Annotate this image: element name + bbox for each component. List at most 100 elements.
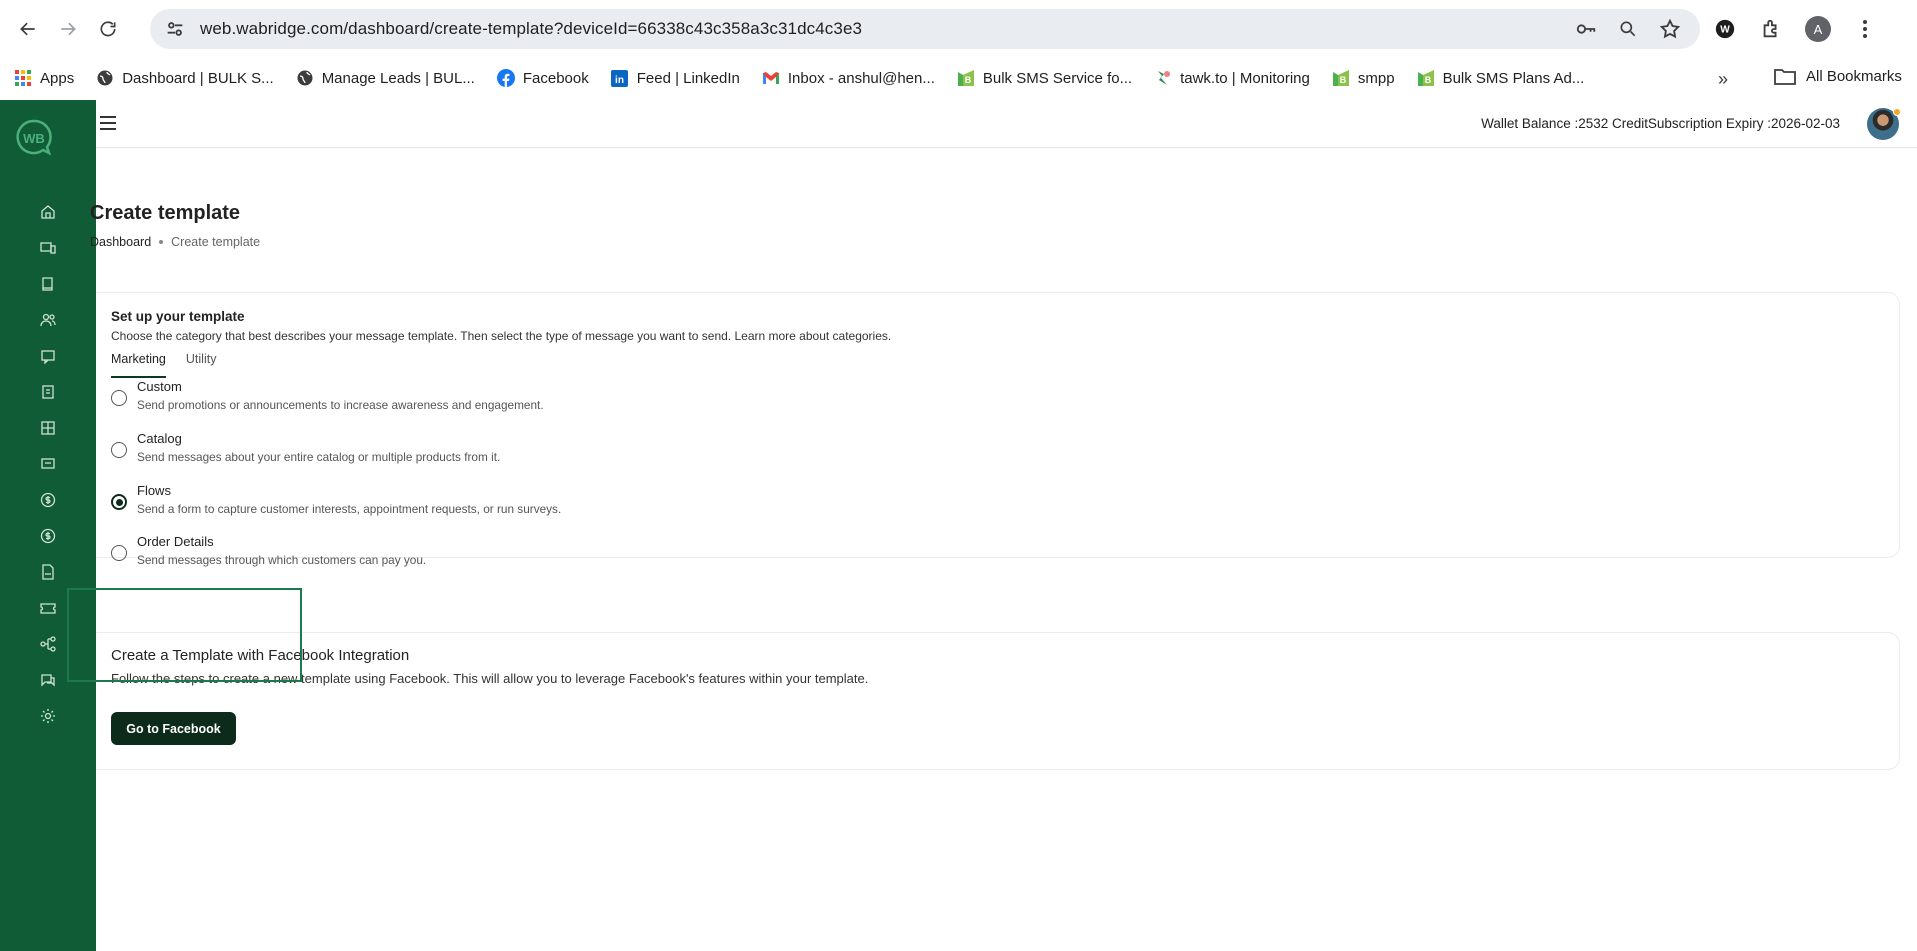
svg-text:B: B: [965, 75, 972, 85]
wallet-balance: Wallet Balance :2532 Credit: [1481, 116, 1648, 131]
url-text[interactable]: web.wabridge.com/dashboard/create-templa…: [200, 19, 862, 39]
svg-text:B: B: [1340, 75, 1347, 85]
option-description: Send promotions or announcements to incr…: [137, 398, 544, 412]
extensions-puzzle-icon[interactable]: [1759, 17, 1783, 41]
folder-icon: [1774, 69, 1796, 85]
facebook-integration-card: Create a Template with Facebook Integrat…: [96, 632, 1900, 770]
chrome-menu-icon[interactable]: [1853, 17, 1877, 41]
clipboard-icon[interactable]: [40, 384, 56, 400]
bulksms-icon: B: [1417, 69, 1435, 87]
bookmark-bulk-sms-plans[interactable]: B Bulk SMS Plans Ad...: [1417, 69, 1585, 87]
setup-heading: Set up your template: [111, 309, 245, 324]
option-custom[interactable]: Custom Send promotions or announcements …: [111, 379, 544, 412]
bookmark-label: Dashboard | BULK S...: [122, 69, 274, 87]
radio-order-details[interactable]: [111, 545, 127, 561]
bookmark-facebook[interactable]: Facebook: [496, 69, 589, 87]
bookmark-label: tawk.to | Monitoring: [1180, 69, 1310, 87]
bookmark-label: Apps: [40, 69, 75, 87]
option-description: Send a form to capture customer interest…: [137, 502, 562, 516]
option-order-details[interactable]: Order Details Send messages through whic…: [111, 534, 426, 567]
tab-marketing[interactable]: Marketing: [111, 352, 166, 378]
radio-custom[interactable]: [111, 390, 127, 406]
wabridge-logo-icon[interactable]: WB: [14, 118, 54, 158]
bookmark-tawk[interactable]: tawk.to | Monitoring: [1154, 69, 1310, 87]
password-key-icon[interactable]: [1574, 17, 1598, 41]
bookmark-manage-leads[interactable]: Manage Leads | BUL...: [296, 69, 475, 87]
subscription-expiry: Subscription Expiry :2026-02-03: [1647, 116, 1840, 131]
profile-avatar[interactable]: A: [1805, 16, 1831, 42]
bookmark-dashboard[interactable]: Dashboard | BULK S...: [96, 69, 274, 87]
globe-icon: [96, 69, 114, 87]
bookmark-apps[interactable]: Apps: [14, 69, 74, 87]
address-bar[interactable]: web.wabridge.com/dashboard/create-templa…: [150, 9, 1700, 49]
option-flows[interactable]: Flows Send a form to capture customer in…: [111, 483, 561, 516]
tawk-icon: [1154, 69, 1172, 87]
pdf-icon[interactable]: [40, 564, 56, 580]
category-tabs: Marketing Utility: [111, 352, 236, 378]
linkedin-icon: in: [611, 69, 629, 87]
browser-toolbar: web.wabridge.com/dashboard/create-templa…: [0, 0, 1917, 57]
forward-button[interactable]: [48, 9, 88, 49]
template-setup-card: Set up your template Choose the category…: [96, 292, 1900, 567]
contacts-icon[interactable]: [40, 312, 56, 328]
bookmark-label: Bulk SMS Plans Ad...: [1442, 69, 1585, 87]
option-catalog[interactable]: Catalog Send messages about your entire …: [111, 431, 500, 464]
radio-catalog[interactable]: [111, 442, 127, 458]
bookmark-star-icon[interactable]: [1658, 17, 1682, 41]
back-button[interactable]: [8, 9, 48, 49]
svg-text:W: W: [1720, 25, 1730, 36]
menu-hamburger-icon[interactable]: [100, 116, 116, 130]
bookmark-linkedin[interactable]: in Feed | LinkedIn: [611, 69, 740, 87]
devices-icon[interactable]: [40, 240, 56, 256]
grid-icon[interactable]: [40, 420, 56, 436]
bookmark-label: Bulk SMS Service fo...: [982, 69, 1133, 87]
radio-flows[interactable]: [111, 494, 127, 510]
zoom-icon[interactable]: [1616, 17, 1640, 41]
breadcrumb: Dashboard Create template: [90, 235, 260, 249]
apps-grid-icon: [14, 69, 32, 87]
app-root: WB Wallet Balance :2532 Credit Subscript…: [0, 100, 1917, 951]
more-bookmarks-chevron-icon[interactable]: »: [1718, 69, 1728, 90]
extension-w-icon[interactable]: W: [1713, 17, 1737, 41]
sidebar: WB: [0, 100, 96, 951]
svg-text:WB: WB: [23, 131, 45, 146]
gmail-icon: [762, 69, 780, 87]
bulksms-icon: B: [957, 69, 975, 87]
support-chat-icon[interactable]: [40, 672, 56, 688]
flow-icon[interactable]: [40, 636, 56, 652]
app-header: Wallet Balance :2532 Credit Subscription…: [96, 100, 1917, 148]
all-bookmarks[interactable]: All Bookmarks: [1774, 66, 1902, 86]
reload-button[interactable]: [88, 9, 128, 49]
highlight-box: [67, 588, 302, 682]
ticket-icon[interactable]: [40, 600, 56, 616]
tab-utility[interactable]: Utility: [186, 352, 217, 378]
breadcrumb-separator: [159, 240, 164, 244]
go-to-facebook-button[interactable]: Go to Facebook: [111, 712, 236, 745]
globe-icon: [296, 69, 314, 87]
breadcrumb-dashboard[interactable]: Dashboard: [90, 235, 151, 249]
site-settings-icon: [167, 22, 183, 36]
option-title: Flows: [137, 483, 171, 498]
dollar-icon[interactable]: [40, 492, 56, 508]
arrow-left-icon: [20, 22, 35, 35]
bookmark-label: Facebook: [522, 69, 589, 87]
message-icon[interactable]: [40, 456, 56, 472]
setup-subtitle: Choose the category that best describes …: [111, 329, 892, 343]
option-title: Custom: [137, 379, 182, 394]
option-description: Send messages about your entire catalog …: [137, 450, 501, 464]
book-icon[interactable]: [40, 276, 56, 292]
bookmarks-bar: Apps Dashboard | BULK S... Manage Leads …: [0, 57, 1917, 99]
all-bookmarks-label: All Bookmarks: [1806, 67, 1902, 85]
option-title: Order Details: [137, 534, 214, 549]
dollar-icon[interactable]: [40, 528, 56, 544]
bookmark-gmail[interactable]: Inbox - anshul@hen...: [762, 69, 935, 87]
bulksms-icon: B: [1332, 69, 1350, 87]
settings-gear-icon[interactable]: [40, 708, 56, 724]
bookmark-bulk-sms-service[interactable]: B Bulk SMS Service fo...: [957, 69, 1132, 87]
facebook-icon: [496, 69, 515, 87]
home-icon[interactable]: [40, 204, 56, 220]
bookmark-label: Feed | LinkedIn: [636, 69, 740, 87]
bookmark-label: Inbox - anshul@hen...: [787, 69, 935, 87]
bookmark-smpp[interactable]: B smpp: [1332, 69, 1395, 87]
chat-icon[interactable]: [40, 348, 56, 364]
